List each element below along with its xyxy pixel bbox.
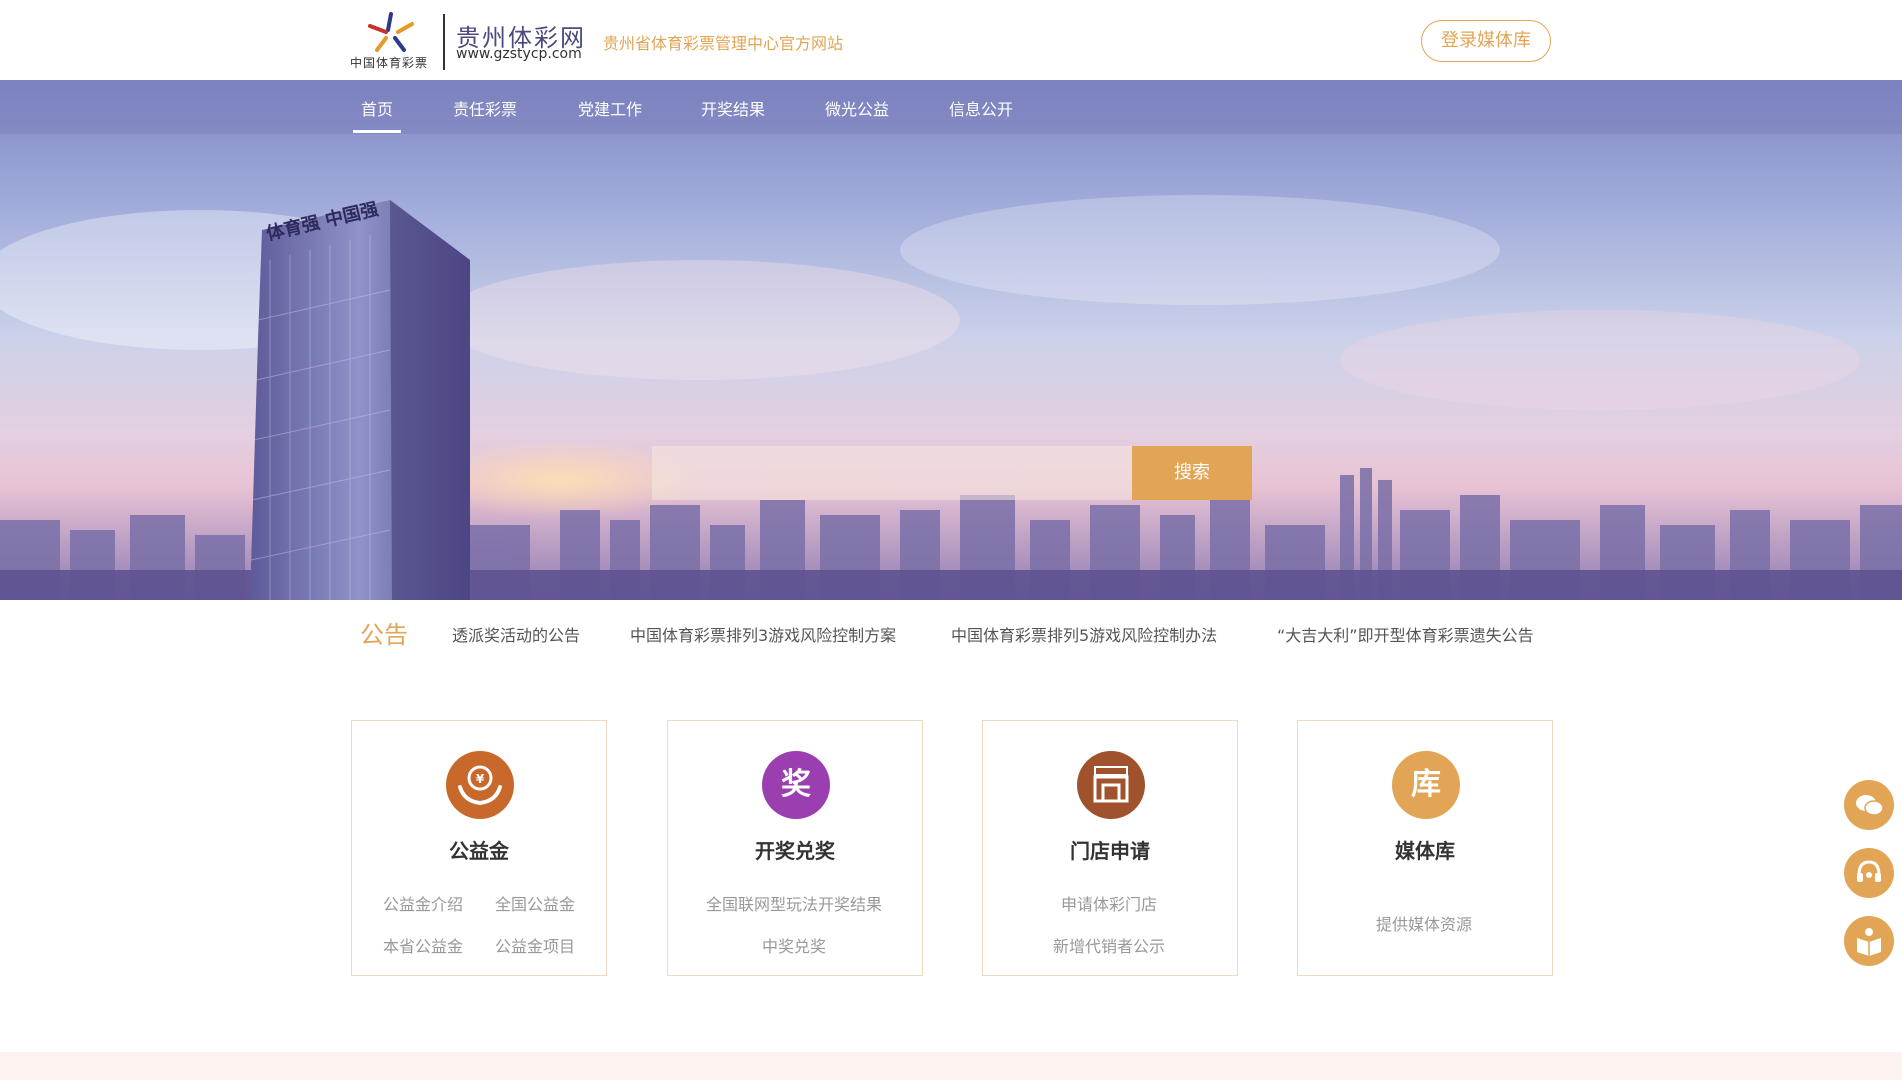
- customer-service-icon: [1857, 860, 1881, 882]
- nav-item-info-disclosure[interactable]: 信息公开: [949, 96, 1013, 120]
- lottery-logo[interactable]: 中国体育彩票: [350, 12, 440, 70]
- charity-hands-icon: ¥: [446, 751, 514, 819]
- nav-item-responsible-lottery[interactable]: 责任彩票: [453, 96, 517, 120]
- city-skyline-image: 体育强 中国强: [0, 80, 1902, 600]
- nav-item-welfare[interactable]: 微光公益: [825, 96, 889, 120]
- notice-item[interactable]: “大吉大利”即开型体育彩票遗失公告: [1277, 622, 1534, 646]
- svg-text:¥: ¥: [476, 772, 485, 786]
- notice-bar: 公告 透派奖活动的公告 中国体育彩票排列3游戏风险控制方案 中国体育彩票排列5游…: [0, 600, 1902, 662]
- logo-caption: 中国体育彩票: [350, 56, 429, 70]
- card-link[interactable]: 中奖兑奖: [762, 933, 826, 957]
- store-icon: [1077, 751, 1145, 819]
- card-link[interactable]: 全国公益金: [495, 891, 575, 915]
- card-media-library[interactable]: 库 媒体库 提供媒体资源: [1297, 720, 1553, 976]
- logo-divider: [443, 14, 445, 70]
- search-button[interactable]: 搜索: [1132, 446, 1252, 500]
- card-link[interactable]: 公益金介绍: [383, 891, 463, 915]
- site-header: 中国体育彩票 贵州体彩网 www.gzstycp.com 贵州省体育彩票管理中心…: [0, 0, 1902, 80]
- hero-banner: 体育强 中国强 首页 责任彩票 党建工作 开奖结果 微光公益 信息公开 搜索: [0, 80, 1902, 600]
- card-title: 开奖兑奖: [755, 839, 835, 863]
- card-title: 媒体库: [1395, 839, 1455, 863]
- nav-item-draw-results[interactable]: 开奖结果: [701, 96, 765, 120]
- card-store-application[interactable]: 门店申请 申请体彩门店 新增代销者公示: [982, 720, 1238, 976]
- notice-title: 公告: [360, 621, 408, 649]
- card-title: 公益金: [449, 839, 509, 863]
- card-draw-redeem[interactable]: 奖 开奖兑奖 全国联网型玩法开奖结果 中奖兑奖: [667, 720, 923, 976]
- guide-button[interactable]: [1844, 916, 1894, 966]
- wechat-button[interactable]: [1844, 780, 1894, 830]
- notice-item[interactable]: 中国体育彩票排列5游戏风险控制办法: [951, 622, 1217, 646]
- search-input[interactable]: [652, 446, 1132, 500]
- card-charity-fund[interactable]: ¥ 公益金 公益金介绍 全国公益金 本省公益金 公益金项目: [351, 720, 607, 976]
- prize-icon: 奖: [762, 751, 830, 819]
- card-link[interactable]: 全国联网型玩法开奖结果: [706, 891, 882, 915]
- site-slogan: 贵州省体育彩票管理中心官方网站: [603, 34, 844, 53]
- login-media-library-button[interactable]: 登录媒体库: [1421, 20, 1551, 62]
- nav-item-home[interactable]: 首页: [352, 96, 402, 133]
- lottery-star-icon: [368, 12, 414, 52]
- nav-item-party-building[interactable]: 党建工作: [578, 96, 642, 120]
- notice-item[interactable]: 透派奖活动的公告: [452, 622, 580, 646]
- guide-book-icon: [1857, 928, 1881, 956]
- card-link[interactable]: 本省公益金: [383, 933, 463, 957]
- library-icon: 库: [1392, 751, 1460, 819]
- card-link[interactable]: 申请体彩门店: [1061, 891, 1157, 915]
- card-link[interactable]: 新增代销者公示: [1053, 933, 1165, 957]
- customer-service-button[interactable]: [1844, 848, 1894, 898]
- footer-strip: [0, 1052, 1902, 1080]
- card-title: 门店申请: [1070, 839, 1150, 863]
- main-nav: 首页 责任彩票 党建工作 开奖结果 微光公益 信息公开: [0, 80, 1902, 134]
- site-url: www.gzstycp.com: [456, 46, 582, 62]
- notice-item[interactable]: 中国体育彩票排列3游戏风险控制方案: [630, 622, 896, 646]
- card-link[interactable]: 公益金项目: [495, 933, 575, 957]
- card-link[interactable]: 提供媒体资源: [1376, 911, 1472, 935]
- wechat-icon: [1856, 795, 1884, 816]
